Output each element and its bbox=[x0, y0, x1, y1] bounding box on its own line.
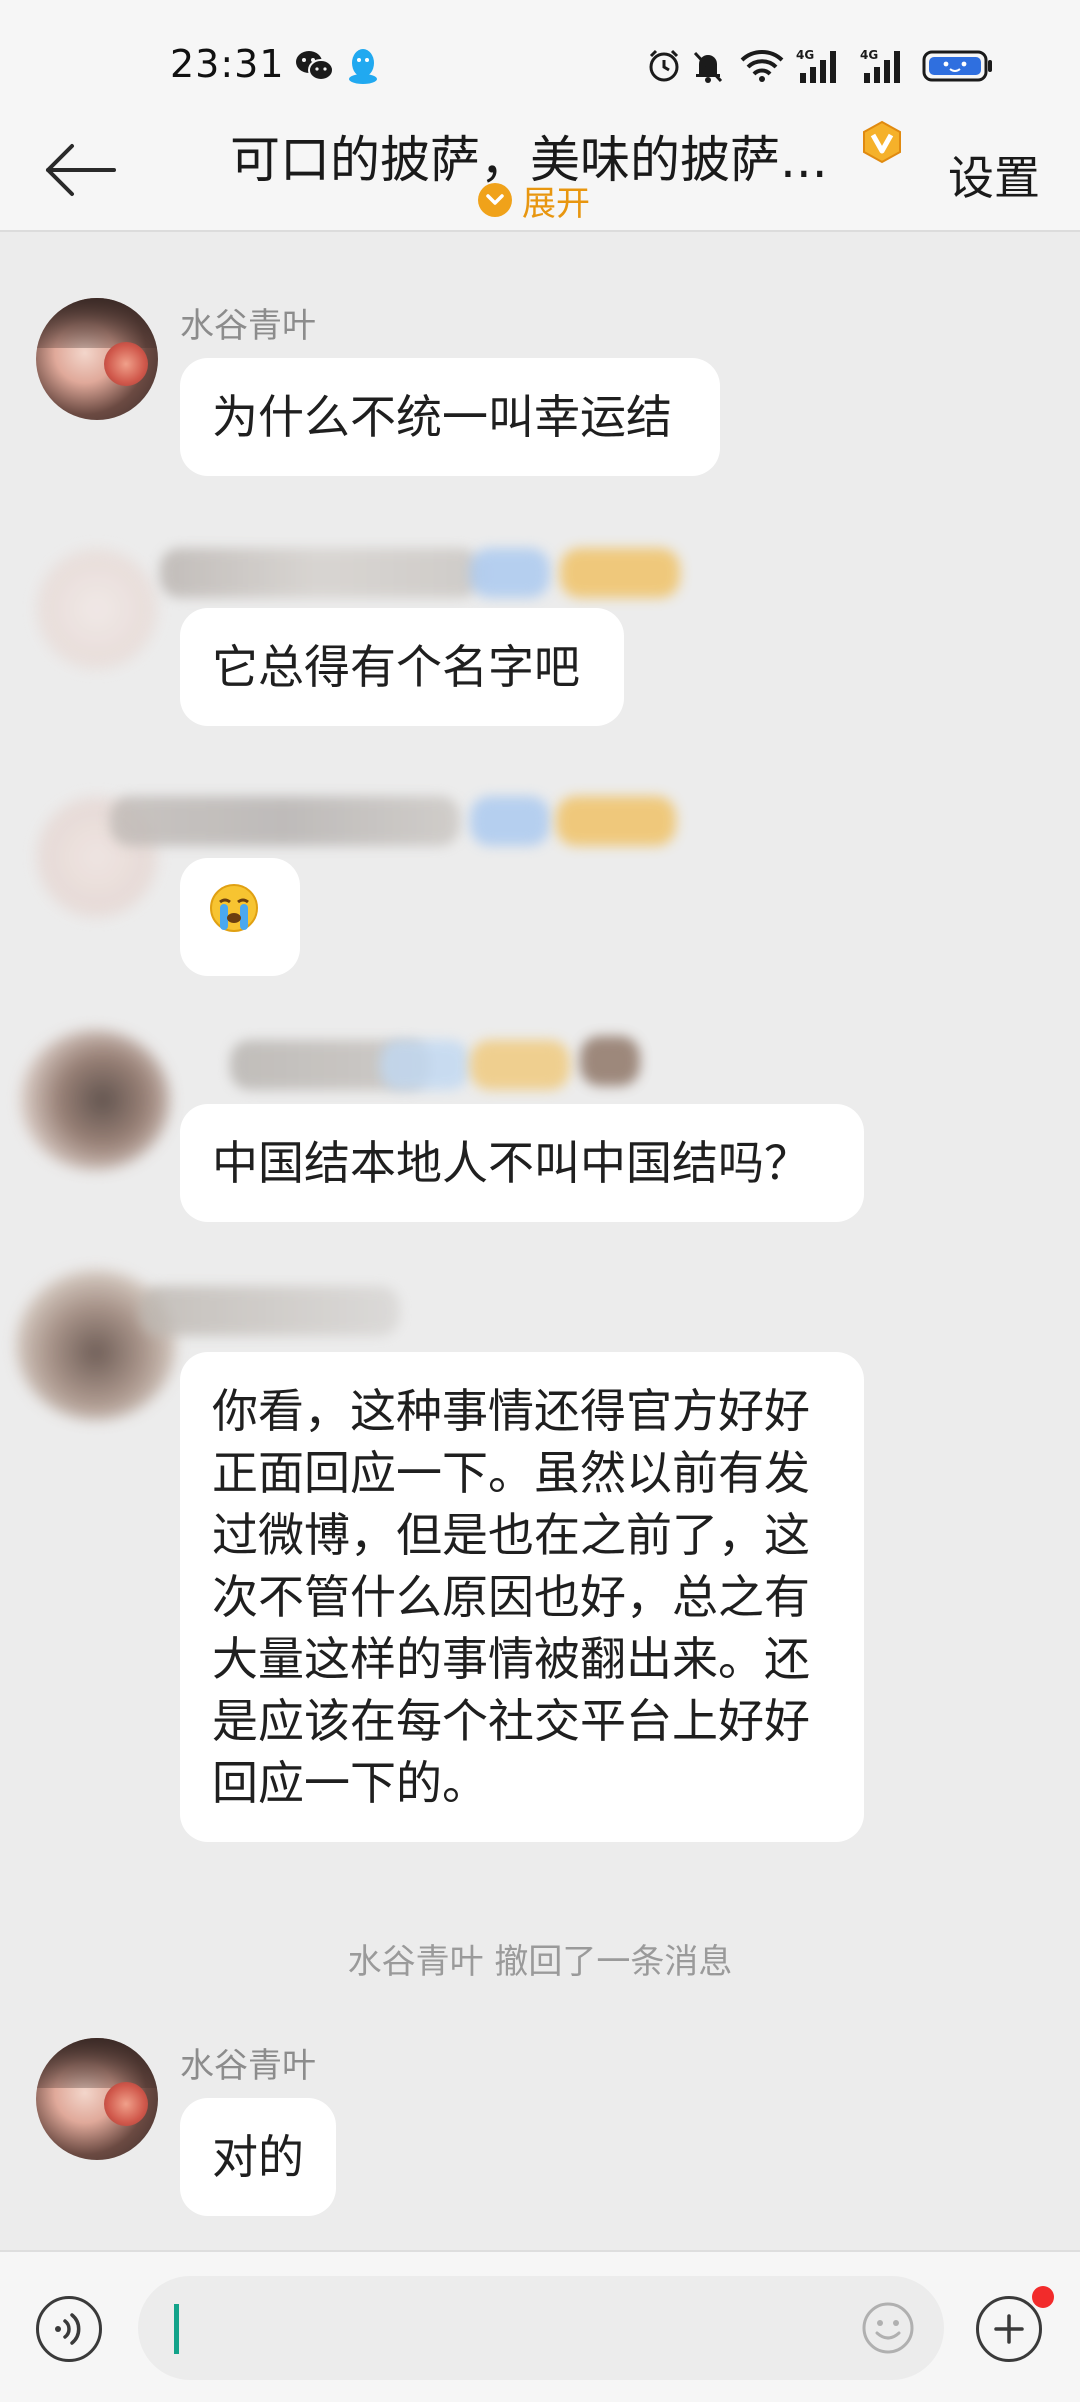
qq-icon bbox=[346, 46, 380, 86]
message-bubble[interactable]: 它总得有个名字吧 bbox=[180, 608, 624, 726]
wifi-icon bbox=[740, 46, 784, 86]
plus-icon bbox=[994, 2314, 1024, 2344]
message-text: 它总得有个名字吧 bbox=[212, 640, 580, 694]
voice-button[interactable] bbox=[36, 2296, 102, 2362]
redacted-badge bbox=[380, 1040, 470, 1090]
redacted-badge bbox=[580, 1036, 640, 1086]
redacted-sender-name bbox=[110, 796, 460, 846]
sender-name: 水谷青叶 bbox=[180, 2046, 316, 2086]
expand-toggle[interactable]: 展开 bbox=[478, 178, 590, 224]
avatar[interactable] bbox=[36, 548, 158, 670]
avatar[interactable] bbox=[36, 298, 158, 420]
mute-icon bbox=[690, 46, 726, 86]
recall-notice: 水谷青叶 撤回了一条消息 bbox=[347, 1942, 733, 1982]
message-text-line: 是应该在每个社交平台上好好 bbox=[212, 1694, 810, 1748]
message-text-line: 次不管什么原因也好，总之有 bbox=[212, 1570, 810, 1624]
crying-emoji-icon bbox=[210, 884, 258, 932]
back-arrow-icon bbox=[46, 144, 116, 196]
chevron-down-icon bbox=[478, 183, 512, 217]
chat-header: 可口的披萨，美味的披萨... 展开 设置 bbox=[0, 120, 1080, 232]
sender-name: 水谷青叶 bbox=[180, 306, 316, 346]
message-text-line: 你看，这种事情还得官方好好 bbox=[212, 1384, 810, 1438]
message-text: 为什么不统一叫幸运结 bbox=[212, 390, 672, 444]
status-time: 23:31 bbox=[170, 42, 285, 86]
avatar[interactable] bbox=[36, 2038, 158, 2160]
svg-text:4G: 4G bbox=[796, 48, 814, 62]
svg-text:4G: 4G bbox=[860, 48, 878, 62]
message-text-line: 正面回应一下。虽然以前有发 bbox=[212, 1446, 810, 1500]
text-caret bbox=[174, 2304, 179, 2354]
emoji-icon[interactable] bbox=[860, 2300, 916, 2356]
message-text-line: 过微博，但是也在之前了，这 bbox=[212, 1508, 810, 1562]
message-text: 对的 bbox=[212, 2130, 304, 2184]
message-text-line: 大量这样的事情被翻出来。还 bbox=[212, 1632, 810, 1686]
message-text-line: 回应一下的。 bbox=[212, 1756, 488, 1810]
redacted-sender-name bbox=[140, 1286, 400, 1336]
redacted-badge bbox=[560, 548, 680, 598]
redacted-badge bbox=[556, 796, 676, 846]
message-input[interactable] bbox=[138, 2276, 944, 2380]
redacted-badge bbox=[470, 548, 550, 598]
status-bar: 23:31 4G 4G bbox=[0, 0, 1080, 120]
message-bubble[interactable]: 你看，这种事情还得官方好好 正面回应一下。虽然以前有发 过微博，但是也在之前了，… bbox=[180, 1352, 864, 1842]
redacted-sender-name bbox=[160, 548, 480, 598]
redacted-badge bbox=[470, 1040, 570, 1090]
message-bubble[interactable]: 中国结本地人不叫中国结吗？ bbox=[180, 1104, 864, 1222]
message-text: 中国结本地人不叫中国结吗？ bbox=[212, 1136, 810, 1190]
message-bubble[interactable]: 为什么不统一叫幸运结 bbox=[180, 358, 720, 476]
signal-icon: 4G bbox=[796, 46, 846, 86]
message-bubble[interactable] bbox=[180, 858, 300, 976]
avatar[interactable] bbox=[20, 1030, 170, 1170]
notification-dot bbox=[1032, 2286, 1054, 2308]
battery-icon bbox=[922, 46, 994, 86]
expand-label: 展开 bbox=[522, 183, 590, 224]
wechat-icon bbox=[294, 46, 334, 86]
voice-icon bbox=[55, 2313, 81, 2345]
back-button[interactable] bbox=[40, 130, 120, 210]
settings-button[interactable]: 设置 bbox=[948, 142, 1040, 208]
vip-badge-icon bbox=[863, 120, 901, 164]
alarm-icon bbox=[646, 46, 682, 86]
redacted-badge bbox=[470, 796, 550, 846]
input-bar bbox=[0, 2250, 1080, 2402]
signal-icon: 4G bbox=[860, 46, 910, 86]
message-bubble[interactable]: 对的 bbox=[180, 2098, 336, 2216]
plus-button[interactable] bbox=[976, 2296, 1042, 2362]
